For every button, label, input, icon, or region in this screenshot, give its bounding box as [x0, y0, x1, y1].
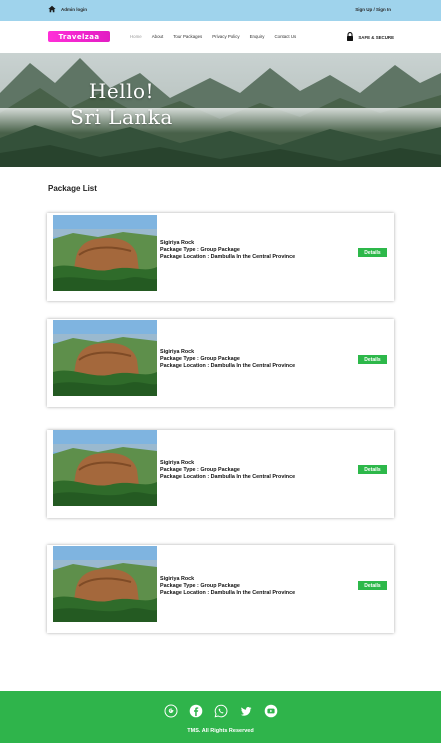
copyright-text: TMS. All Rights Reserved — [187, 728, 254, 734]
package-location: Package Location : Dambulla In the Centr… — [160, 590, 296, 596]
package-card: Sigiriya Rock Package Type : Group Packa… — [47, 430, 394, 518]
package-image[interactable] — [53, 430, 157, 510]
safe-secure-badge: SAFE & SECURE — [346, 32, 394, 42]
nav-item-privacy-policy[interactable]: Privacy Policy — [212, 34, 239, 39]
package-image[interactable] — [53, 215, 157, 292]
nav-item-contact-us[interactable]: Contact Us — [274, 34, 296, 39]
package-type: Package Type : Group Package — [160, 467, 240, 473]
package-info: Sigiriya Rock Package Type : Group Packa… — [160, 460, 295, 481]
package-card: Sigiriya Rock Package Type : Group Packa… — [47, 545, 394, 633]
main-navbar: Travelzaa Home About Tour Packages Priva… — [0, 21, 441, 53]
hero-banner: Hello! Sri Lanka — [0, 53, 441, 167]
package-info: Sigiriya Rock Package Type : Group Packa… — [160, 576, 295, 597]
package-name: Sigiriya Rock — [160, 349, 195, 355]
package-card: Sigiriya Rock Package Type : Group Packa… — [47, 213, 394, 301]
package-list-title: Package List — [48, 184, 97, 193]
nav-item-tour-packages[interactable]: Tour Packages — [173, 34, 202, 39]
details-button[interactable]: Details — [358, 581, 387, 590]
package-image[interactable] — [53, 546, 157, 626]
package-type: Package Type : Group Package — [160, 583, 240, 589]
footer: TMS. All Rights Reserved — [0, 691, 441, 743]
details-button[interactable]: Details — [358, 465, 387, 474]
package-location: Package Location : Dambulla In the Centr… — [160, 254, 296, 260]
facebook-icon[interactable] — [188, 703, 204, 719]
social-links — [0, 703, 441, 719]
hero-greeting: Hello! — [88, 79, 155, 103]
package-info: Sigiriya Rock Package Type : Group Packa… — [160, 240, 295, 261]
nav-item-enquiry[interactable]: Enquiry — [250, 34, 265, 39]
google-icon[interactable] — [163, 703, 179, 719]
package-location: Package Location : Dambulla In the Centr… — [160, 474, 296, 480]
nav-item-home[interactable]: Home — [130, 34, 142, 39]
package-image[interactable] — [53, 320, 157, 400]
package-location: Package Location : Dambulla In the Centr… — [160, 363, 296, 369]
home-icon — [48, 5, 56, 14]
signup-signin-link[interactable]: Sign Up / Sign In — [355, 7, 391, 12]
twitter-icon[interactable] — [238, 703, 254, 719]
package-type: Package Type : Group Package — [160, 247, 240, 253]
top-bar: Admin login Sign Up / Sign In — [0, 0, 441, 21]
whatsapp-icon[interactable] — [213, 703, 229, 719]
nav-menu: Home About Tour Packages Privacy Policy … — [130, 34, 296, 39]
package-name: Sigiriya Rock — [160, 240, 195, 246]
package-info: Sigiriya Rock Package Type : Group Packa… — [160, 349, 295, 370]
details-button[interactable]: Details — [358, 355, 387, 364]
hero-destination: Sri Lanka — [70, 105, 173, 129]
nav-item-about[interactable]: About — [152, 34, 163, 39]
package-card: Sigiriya Rock Package Type : Group Packa… — [47, 319, 394, 407]
package-name: Sigiriya Rock — [160, 576, 195, 582]
admin-login-label: Admin login — [61, 7, 87, 12]
brand-logo[interactable]: Travelzaa — [48, 31, 110, 42]
package-name: Sigiriya Rock — [160, 460, 195, 466]
admin-login-link[interactable]: Admin login — [48, 5, 87, 14]
safe-secure-label: SAFE & SECURE — [358, 34, 394, 40]
youtube-icon[interactable] — [263, 703, 279, 719]
lock-icon — [346, 32, 354, 42]
package-type: Package Type : Group Package — [160, 356, 240, 362]
details-button[interactable]: Details — [358, 248, 387, 257]
